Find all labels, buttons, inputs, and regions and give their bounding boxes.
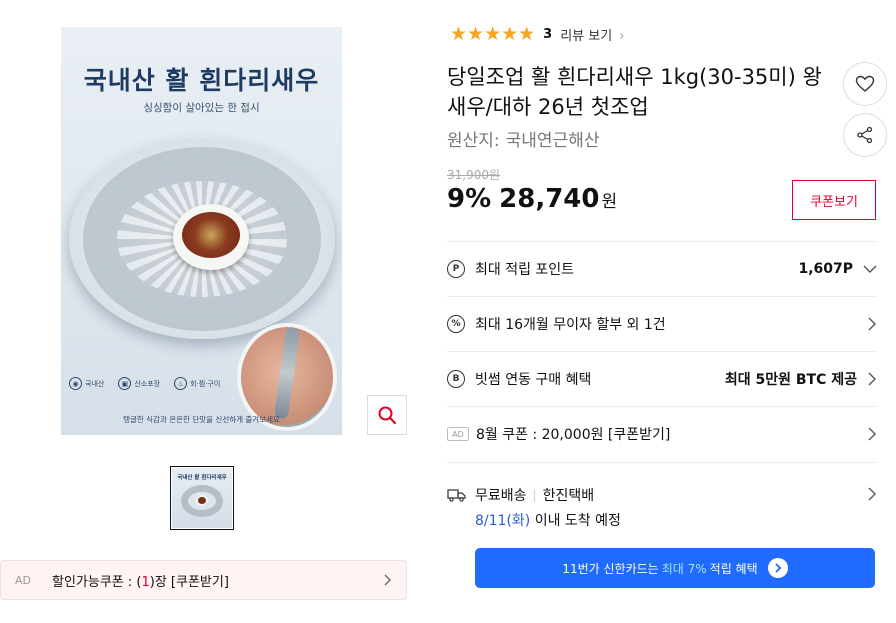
thumbnail-bowl-graphic xyxy=(196,495,208,506)
review-count: 3 xyxy=(543,26,553,42)
delivery-eta: 8/11(화) 이내 도착 예정 xyxy=(475,510,621,530)
wishlist-button[interactable] xyxy=(843,62,887,106)
star-rating-icon: ★★★★★ xyxy=(450,23,536,45)
benefit-value: 최대 5만원 BTC 제공 xyxy=(724,372,857,388)
shipping-info[interactable]: 무료배송 | 한진택배 8/11(화) 이내 도착 예정 xyxy=(447,462,877,532)
badge-origin: ◉ 국내산 xyxy=(69,377,104,390)
share-icon xyxy=(857,126,873,144)
magnifier-icon xyxy=(378,406,397,425)
review-link[interactable]: 리뷰 보기 › xyxy=(560,25,624,44)
rating-summary: ★★★★★ 3 리뷰 보기 › xyxy=(450,23,624,45)
truck-icon xyxy=(447,489,466,502)
origin-label: 원산지: xyxy=(447,131,500,151)
location-icon: ◉ xyxy=(69,377,82,390)
product-title: 당일조업 활 흰다리새우 1kg(30-35미) 왕새우/대하 26년 첫조업 xyxy=(447,65,822,119)
bitcoin-icon: B xyxy=(447,370,465,388)
coupon-count: 1 xyxy=(141,574,150,590)
image-badges: ◉ 국내산 ▣ 산소포장 ♨ 회·찜·구이 xyxy=(69,377,220,390)
benefit-label: 최대 적립 포인트 xyxy=(475,262,575,278)
chevron-right-icon xyxy=(868,317,876,331)
sale-price-block: 9% 28,740 원 xyxy=(447,184,617,214)
banner-highlight: 최대 7% xyxy=(661,561,707,576)
price-unit: 원 xyxy=(601,192,618,212)
chevron-right-icon xyxy=(384,574,391,586)
badge-oxygen: ▣ 산소포장 xyxy=(118,377,160,390)
ad-label: AD xyxy=(15,573,31,587)
share-button[interactable] xyxy=(843,113,887,157)
thumbnail-image: 국내산 활 흰다리새우 xyxy=(172,468,232,528)
chevron-right-icon xyxy=(868,427,876,441)
benefit-row-bithumb[interactable]: B 빗썸 연동 구매 혜택 최대 5만원 BTC 제공 xyxy=(447,351,877,406)
delivery-date: 8/11(화) xyxy=(475,513,531,529)
banner-prefix: 11번가 신한카드는 xyxy=(562,561,659,576)
badge-label: 회·찜·구이 xyxy=(190,379,221,388)
package-icon: ▣ xyxy=(118,377,132,390)
benefit-row-coupon[interactable]: AD 8월 쿠폰 : 20,000원 [쿠폰받기] xyxy=(447,406,877,461)
discount-percent: 9% xyxy=(447,184,492,214)
benefit-row-installment[interactable]: % 최대 16개월 무이자 할부 외 1건 xyxy=(447,296,877,351)
zoom-button[interactable] xyxy=(367,395,407,435)
thumbnail-title: 국내산 활 흰다리새우 xyxy=(177,475,227,481)
discount-coupon-bar[interactable]: AD 할인가능쿠폰 : (1)장 [쿠폰받기] xyxy=(0,560,407,600)
benefit-row-points[interactable]: P 최대 적립 포인트 1,607P xyxy=(447,241,877,296)
heart-icon xyxy=(855,75,875,92)
original-price: 31,900원 xyxy=(447,168,501,182)
badge-label: 국내산 xyxy=(85,379,105,388)
divider: | xyxy=(532,488,537,502)
image-subtitle: 싱싱함이 살아있는 한 접시 xyxy=(143,102,260,114)
percent-icon: % xyxy=(447,315,465,333)
benefit-label: 8월 쿠폰 : 20,000원 [쿠폰받기] xyxy=(476,427,671,443)
point-icon: P xyxy=(447,260,465,278)
image-title: 국내산 활 흰다리새우 xyxy=(83,66,320,95)
benefit-label: 최대 16개월 무이자 할부 외 1건 xyxy=(475,317,666,333)
product-main-image[interactable]: 국내산 활 흰다리새우 싱싱함이 살아있는 한 접시 ◉ 국내산 ▣ 산소포장 ♨ 회… xyxy=(61,27,342,435)
chevron-right-icon xyxy=(868,487,876,501)
product-origin: 원산지: 국내연근해산 xyxy=(447,126,600,151)
cooking-icon: ♨ xyxy=(174,377,188,390)
delivery-eta-suffix: 이내 도착 예정 xyxy=(534,513,621,529)
banner-suffix: 적립 혜택 xyxy=(709,561,758,576)
origin-value: 국내연근해산 xyxy=(505,131,600,151)
chevron-right-icon xyxy=(868,372,876,386)
shipping-line: 무료배송 | 한진택배 xyxy=(447,485,594,505)
chevron-right-icon: › xyxy=(619,28,625,44)
thumbnail-1[interactable]: 국내산 활 흰다리새우 xyxy=(170,466,234,530)
coupon-bar-suffix: )장 [쿠폰받기] xyxy=(149,574,229,590)
coupon-bar-prefix: 할인가능쿠폰 : ( xyxy=(52,574,142,590)
benefit-label: 빗썸 연동 구매 혜택 xyxy=(475,372,592,388)
coupon-bar-text: 할인가능쿠폰 : (1)장 [쿠폰받기] xyxy=(52,571,229,590)
chevron-down-icon xyxy=(863,265,877,273)
ad-icon: AD xyxy=(447,427,469,441)
shinhan-card-banner[interactable]: 11번가 신한카드는 최대 7% 적립 혜택 xyxy=(475,548,875,588)
shipping-carrier: 한진택배 xyxy=(542,488,595,504)
badge-label: 산소포장 xyxy=(134,379,161,388)
benefit-value: 1,607P xyxy=(798,261,853,277)
shipping-type: 무료배송 xyxy=(475,488,527,504)
image-caption: 탱글한 식감과 은은한 단맛을 신선하게 즐겨보세요 xyxy=(123,415,280,424)
sauce-graphic xyxy=(182,212,240,258)
badge-cooking: ♨ 회·찜·구이 xyxy=(174,377,220,390)
review-link-label: 리뷰 보기 xyxy=(560,28,613,44)
arrow-right-circle-icon xyxy=(767,558,788,578)
sale-price: 28,740 xyxy=(499,184,600,214)
view-coupon-button[interactable]: 쿠폰보기 xyxy=(792,180,876,220)
